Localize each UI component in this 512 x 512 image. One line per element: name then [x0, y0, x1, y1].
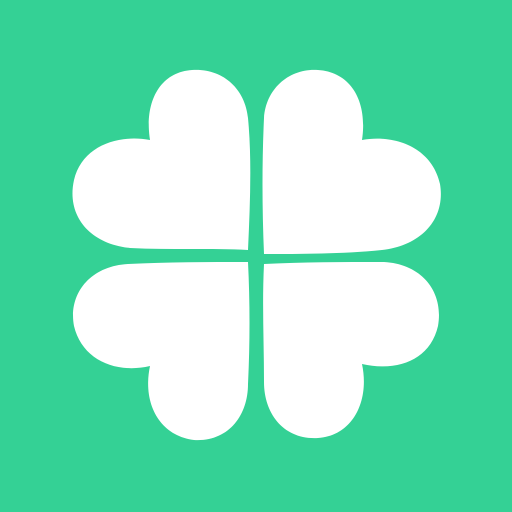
- icon-background: [0, 0, 512, 512]
- app-icon: [0, 0, 512, 512]
- four-leaf-clover-icon: [0, 0, 512, 512]
